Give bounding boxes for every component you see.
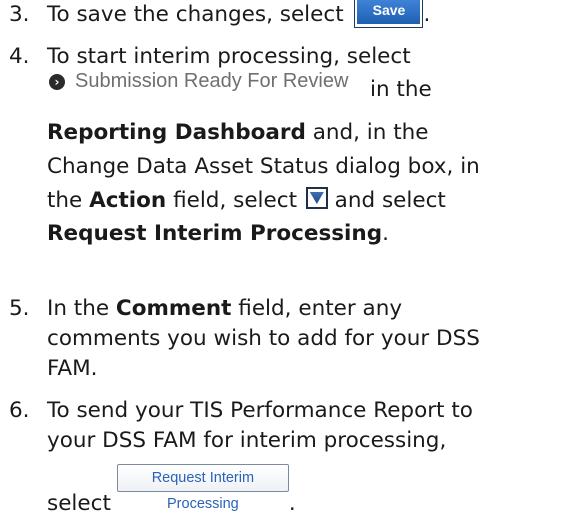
step-line: Reporting Dashboard and, in the xyxy=(47,118,584,148)
step-content: To save the changes, select Save. xyxy=(47,0,584,30)
step-number: 4. xyxy=(9,44,30,69)
step-line: selectRequest Interim Processing. xyxy=(47,464,584,519)
step-number: 3. xyxy=(9,2,30,27)
reporting-dashboard-term: Reporting Dashboard xyxy=(47,120,306,145)
step-line: the Action field, select and select xyxy=(47,186,584,216)
step-text: and select xyxy=(327,188,446,213)
step-line: comments you wish to add for your DSS xyxy=(47,326,480,351)
step-number: 5. xyxy=(9,296,30,321)
step-number: 6. xyxy=(9,398,30,423)
step-line: your DSS FAM for interim processing, xyxy=(47,428,447,453)
step-text: select xyxy=(47,491,111,516)
step-line: To send your TIS Performance Report to xyxy=(47,398,473,423)
submission-ready-for-review-link[interactable]: › Submission Ready For Review xyxy=(49,66,348,96)
save-button-label: Save xyxy=(357,0,421,24)
step-content: To send your TIS Performance Report to y… xyxy=(47,396,584,519)
request-interim-processing-term: Request Interim Processing xyxy=(47,221,383,246)
step-content: To start interim processing, select › Sub… xyxy=(47,42,584,249)
step-line: FAM. xyxy=(47,356,98,381)
step-period: . xyxy=(288,491,296,516)
step-line: In the Comment field, enter any xyxy=(47,294,584,324)
save-button[interactable]: Save xyxy=(354,0,424,28)
step-line: › Submission Ready For Review in the xyxy=(47,70,584,118)
step-text: field, select xyxy=(166,188,304,213)
step-text: the xyxy=(47,188,90,213)
dropdown-arrow-icon[interactable] xyxy=(305,187,328,209)
step-text: To save the changes, select xyxy=(47,2,344,27)
step-period: . xyxy=(382,221,389,246)
step-text: in the xyxy=(370,77,432,102)
action-term: Action xyxy=(89,188,167,213)
step-line: Request Interim Processing. xyxy=(47,219,584,249)
chevron-right-circle-icon: › xyxy=(49,74,65,90)
step-content: In the Comment field, enter any comments… xyxy=(47,294,584,384)
step-period: . xyxy=(423,2,431,27)
status-link-label: Submission Ready For Review xyxy=(75,70,349,92)
step-text: In the xyxy=(47,296,116,321)
step-text: and, in the xyxy=(305,120,429,145)
request-interim-processing-button[interactable]: Request Interim Processing xyxy=(116,464,289,512)
comment-term: Comment xyxy=(115,296,232,321)
instruction-page: 3. To save the changes, select Save. 4. … xyxy=(0,0,586,525)
step-text: field, enter any xyxy=(231,296,403,321)
step-line: Change Data Asset Status dialog box, in xyxy=(47,154,480,179)
